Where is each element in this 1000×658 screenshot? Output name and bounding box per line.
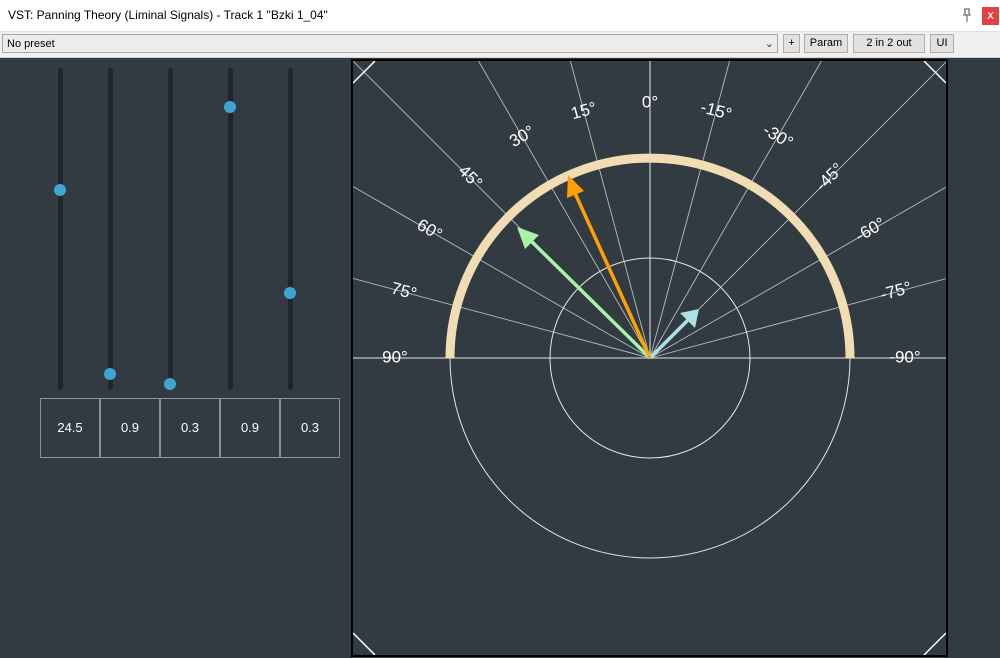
preset-value: No preset — [7, 38, 55, 50]
toolbar: No preset ⌄ + Param 2 in 2 out UI ✓ — [0, 32, 1000, 82]
slider-2-value[interactable]: 0.9 — [100, 398, 160, 458]
slider-5-thumb[interactable] — [284, 287, 296, 300]
angle-label-neg75: -75° — [878, 278, 913, 304]
corner-br — [923, 632, 946, 655]
slider-5-track[interactable] — [287, 68, 293, 390]
corner-tr — [923, 61, 946, 84]
gridline--75 — [649, 278, 946, 359]
plugin-ui: 24.5 0.9 0.3 0.9 0.3 90° 75° 60° 45° 30° 15° 0° -15… — [0, 58, 1000, 658]
angle-label-60: 60° — [414, 215, 446, 244]
angle-label-45: 45° — [455, 161, 487, 193]
angle-label-neg30: -30° — [760, 120, 797, 152]
angle-label-neg60: -60° — [852, 214, 889, 246]
slider-2-thumb[interactable] — [104, 367, 116, 380]
title-bar: VST: Panning Theory (Liminal Signals) - … — [0, 0, 1000, 32]
gridline-75 — [353, 277, 651, 359]
angle-label-neg45: -45° — [812, 159, 848, 195]
slider-3-value[interactable]: 0.3 — [160, 398, 220, 458]
close-button[interactable]: x — [982, 7, 999, 25]
gridline-30 — [478, 61, 651, 359]
gridline-60 — [353, 186, 651, 359]
angle-label-0: 0° — [642, 92, 658, 111]
param-button[interactable]: Param — [804, 34, 848, 53]
slider-4-value[interactable]: 0.9 — [220, 398, 280, 458]
window-title: VST: Panning Theory (Liminal Signals) - … — [8, 8, 328, 22]
add-preset-button[interactable]: + — [783, 34, 800, 53]
slider-1-value[interactable]: 24.5 — [40, 398, 100, 458]
pin-icon[interactable] — [959, 7, 975, 23]
corner-bl — [353, 632, 376, 655]
ui-button[interactable]: UI — [930, 34, 954, 53]
chevron-down-icon: ⌄ — [764, 37, 774, 50]
angle-label-neg90: -90° — [889, 347, 920, 366]
slider-4-thumb[interactable] — [224, 100, 236, 113]
slider-1-track[interactable] — [57, 68, 63, 390]
io-button[interactable]: 2 in 2 out — [853, 34, 925, 53]
panner-svg: 90° 75° 60° 45° 30° 15° 0° -15° -30° -45°-60° -75°… — [353, 61, 946, 655]
slider-3-thumb[interactable] — [164, 377, 176, 390]
slider-1-thumb[interactable] — [54, 184, 66, 197]
slider-5-value[interactable]: 0.3 — [280, 398, 340, 458]
angle-label-90: 90° — [382, 347, 408, 366]
angle-label-15: 15° — [569, 98, 599, 123]
slider-2-track[interactable] — [107, 68, 113, 390]
panner-display[interactable]: 90° 75° 60° 45° 30° 15° 0° -15° -30° -45° -60° -75°… — [351, 59, 948, 657]
angle-label-30: 30° — [506, 122, 538, 151]
preset-dropdown[interactable]: No preset ⌄ — [2, 34, 778, 53]
slider-4-track[interactable] — [227, 68, 233, 390]
slider-3-track[interactable] — [167, 68, 173, 390]
angle-label-neg15: -15° — [699, 97, 734, 123]
angle-label-75: 75° — [389, 279, 419, 304]
